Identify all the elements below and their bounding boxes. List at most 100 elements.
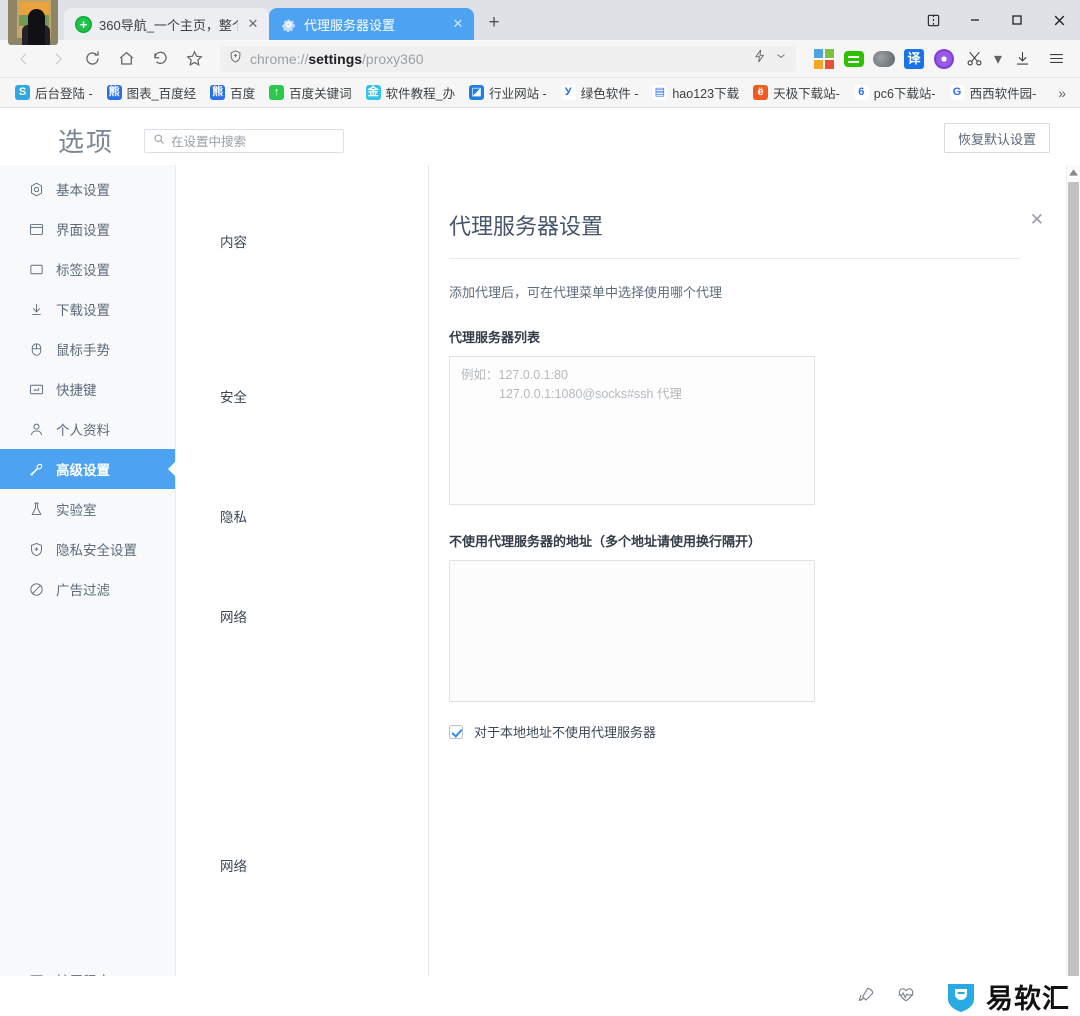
cloud-icon[interactable] xyxy=(872,47,896,71)
sidebar-item-label: 基本设置 xyxy=(56,183,110,198)
bookmark-label: 天极下载站- xyxy=(773,87,840,101)
close-icon[interactable]: ✕ xyxy=(1030,211,1044,228)
scrollbar-thumb[interactable] xyxy=(1068,182,1079,1007)
bookmark-favicon: 金 xyxy=(365,85,381,100)
bookmark-item[interactable]: 金软件教程_办 xyxy=(359,80,462,105)
profile-avatar[interactable] xyxy=(8,0,58,45)
sidebar-item-2[interactable]: 标签设置 xyxy=(0,249,175,289)
shield-logo-icon xyxy=(944,979,978,1013)
screenshot-scissors-icon[interactable] xyxy=(958,44,990,74)
flower-icon[interactable] xyxy=(932,47,956,71)
bookmark-item[interactable]: ë 天极下载站- xyxy=(746,80,847,105)
bookmark-item[interactable]: 熊图表_百度经 xyxy=(100,80,203,105)
chevron-down-icon[interactable] xyxy=(774,49,788,68)
bookmark-label: 行业网站 - xyxy=(489,87,547,101)
address-text: chrome://settings/proxy360 xyxy=(250,50,424,67)
sidebar-item-3[interactable]: 下载设置 xyxy=(0,289,175,329)
sidebar-item-5[interactable]: 快捷键 xyxy=(0,369,175,409)
restore-tab-icon[interactable] xyxy=(912,4,954,36)
content-section-label: 隐私 xyxy=(220,510,247,525)
bookmark-favicon: ë xyxy=(753,85,769,100)
home-button[interactable] xyxy=(110,44,142,74)
forward-button[interactable] xyxy=(42,44,74,74)
sidebar-item-7[interactable]: 高级设置 xyxy=(0,449,175,489)
bookmark-favicon: S xyxy=(15,85,30,100)
proxy-settings-dialog: ✕ 代理服务器设置 添加代理后，可在代理菜单中选择使用哪个代理 代理服务器列表 … xyxy=(429,165,1066,741)
content-section-label: 内容 xyxy=(220,235,247,250)
sidebar-item-6[interactable]: 个人资料 xyxy=(0,409,175,449)
sidebar-item-9[interactable]: 隐私安全设置 xyxy=(0,529,175,569)
local-bypass-label: 对于本地地址不使用代理服务器 xyxy=(474,725,657,740)
proxy-list-textarea[interactable]: 例如：127.0.0.1:80 127.0.0.1:1080@socks#ssh… xyxy=(449,356,815,505)
close-button[interactable] xyxy=(1038,4,1080,36)
bookmark-label: 图表_百度经 xyxy=(126,87,197,101)
bookmark-item[interactable]: 6 pc6下载站- xyxy=(847,80,943,105)
close-icon[interactable]: ✕ xyxy=(245,16,261,32)
browser-tab-2[interactable]: 代理服务器设置 ✕ xyxy=(269,8,474,40)
bookmark-label: 绿色软件 - xyxy=(580,87,639,101)
heartbeat-icon xyxy=(896,985,918,1007)
bookmark-item[interactable]: G 西西软件园- xyxy=(943,80,1044,105)
bookmarks-overflow-button[interactable]: » xyxy=(1052,85,1072,101)
sidebar-item-8[interactable]: 实验室 xyxy=(0,489,175,529)
new-tab-button[interactable]: + xyxy=(480,9,508,37)
browser-menu-button[interactable] xyxy=(1040,44,1072,74)
maximize-button[interactable] xyxy=(996,4,1038,36)
bypass-textarea[interactable] xyxy=(449,560,815,702)
sidebar-item-label: 界面设置 xyxy=(56,223,110,238)
avatar-figure xyxy=(22,25,50,45)
search-icon xyxy=(153,132,165,150)
microsoft-tiles-icon[interactable] xyxy=(812,47,836,71)
bookmark-favicon: У xyxy=(560,85,576,100)
ban-icon xyxy=(28,581,45,598)
sidebar-item-0[interactable]: 基本设置 xyxy=(0,169,175,209)
restore-defaults-button[interactable]: 恢复默认设置 xyxy=(943,123,1050,153)
bookmark-label: 百度关键词 xyxy=(289,87,352,101)
bookmark-favicon: ▤ xyxy=(652,85,668,100)
sidebar-item-label: 实验室 xyxy=(56,503,97,518)
download-button[interactable] xyxy=(1006,44,1038,74)
window-controls xyxy=(912,0,1080,40)
translate-icon[interactable]: 译 xyxy=(902,47,926,71)
settings-content: 网络 网络 隐私 安全 内容 ✕ 代理服务器设置 添加代理后，可在代理菜单中选择使用哪个… xyxy=(176,165,1080,1016)
bookmark-item[interactable]: ↑ 百度关键词 xyxy=(262,80,359,105)
sidebar-item-10[interactable]: 广告过滤 xyxy=(0,569,175,609)
gear-outline-icon xyxy=(28,181,45,198)
scissors-caret-icon[interactable]: ▾ xyxy=(992,44,1004,74)
proxy-list-placeholder-line2: 127.0.0.1:1080@socks#ssh 代理 xyxy=(499,387,682,401)
address-bar[interactable]: chrome://settings/proxy360 xyxy=(220,45,796,72)
browser-tab-1[interactable]: 360导航_一个主页，整个世界 ✕ xyxy=(64,8,269,40)
minimize-button[interactable] xyxy=(954,4,996,36)
page-title: 选项 xyxy=(58,127,115,157)
sidebar-item-label: 高级设置 xyxy=(56,463,110,478)
sidebar-item-label: 广告过滤 xyxy=(56,583,110,598)
settings-body: 基本设置界面设置标签设置 下载设置 鼠标手势 快捷键 个人资料高级设置实验室隐私安全设置… xyxy=(0,165,1080,1016)
scroll-up-arrow-icon[interactable] xyxy=(1067,165,1080,179)
lightning-icon[interactable] xyxy=(752,48,768,69)
bookmark-item[interactable]: ◪ 行业网站 - xyxy=(462,80,554,105)
content-section-label: 网络 xyxy=(220,610,247,625)
bookmark-star-icon[interactable] xyxy=(178,44,210,74)
sidebar-item-4[interactable]: 鼠标手势 xyxy=(0,329,175,369)
search-input[interactable]: 在设置中搜索 xyxy=(144,128,345,153)
bookmark-item[interactable]: У 绿色软件 - xyxy=(554,80,646,105)
bookmark-item[interactable]: S 后台登陆 - xyxy=(8,80,100,105)
tab-strip: 360导航_一个主页，整个世界 ✕ 代理服务器设置 ✕ + xyxy=(0,0,1080,45)
dialog-description: 添加代理后，可在代理菜单中选择使用哪个代理 xyxy=(449,285,723,300)
bookmark-item[interactable]: 熊百度 xyxy=(203,80,262,105)
local-bypass-checkbox-row[interactable]: 对于本地地址不使用代理服务器 xyxy=(449,722,1024,741)
reload-button[interactable] xyxy=(76,44,108,74)
user-icon xyxy=(28,421,45,438)
local-bypass-checkbox[interactable] xyxy=(449,724,463,739)
sidebar-item-1[interactable]: 界面设置 xyxy=(0,209,175,249)
back-button[interactable] xyxy=(8,44,40,74)
bookmark-label: hao123下载 xyxy=(672,87,740,101)
close-icon[interactable]: ✕ xyxy=(450,16,466,32)
wechat-icon[interactable] xyxy=(842,47,866,71)
dialog-title: 代理服务器设置 xyxy=(449,209,1020,259)
bookmark-item[interactable]: ▤ hao123下载 xyxy=(645,80,746,105)
bookmark-label: pc6下载站- xyxy=(873,87,936,101)
browser-toolbar: chrome://settings/proxy360 译 ▾ xyxy=(0,40,1080,78)
undo-close-tab-button[interactable] xyxy=(144,44,176,74)
content-scrollbar[interactable] xyxy=(1066,165,1080,1016)
